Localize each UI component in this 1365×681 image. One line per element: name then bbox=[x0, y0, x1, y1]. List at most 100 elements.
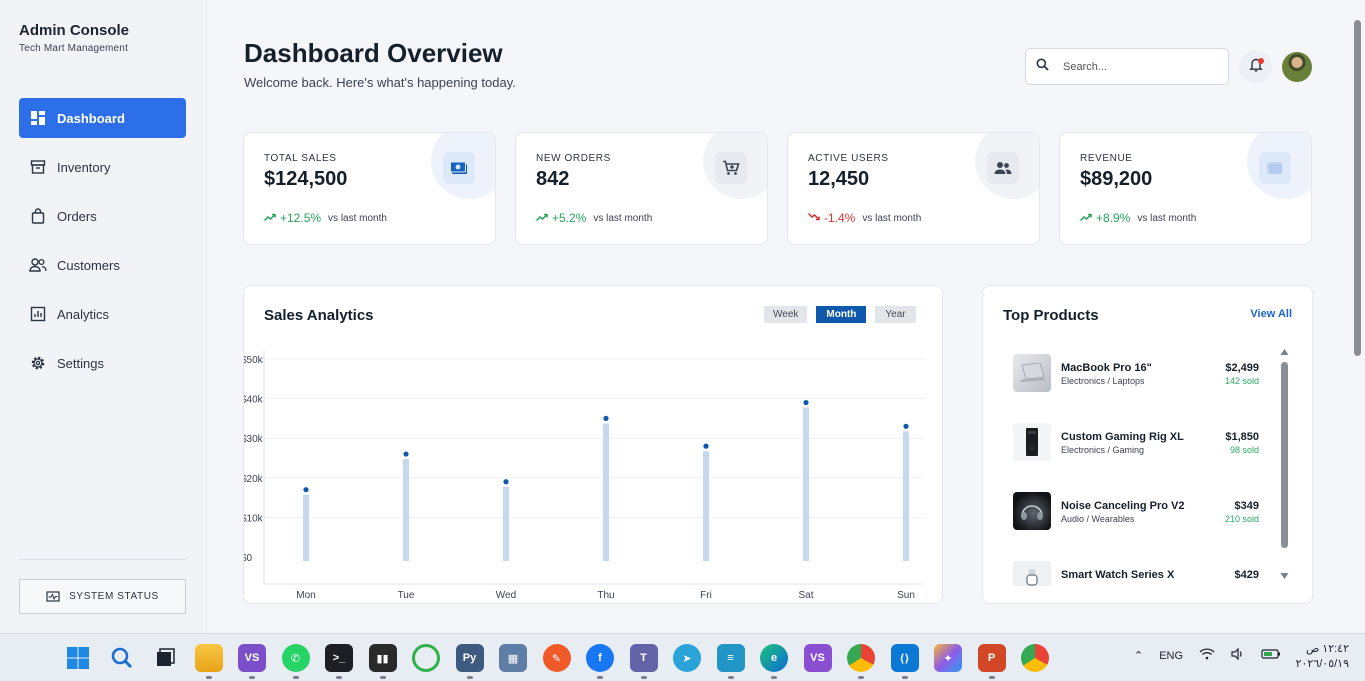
page-scrollbar[interactable] bbox=[1351, 0, 1365, 633]
stat-note: vs last month bbox=[862, 212, 922, 224]
search-icon bbox=[1036, 58, 1049, 76]
sidebar-item-label: Settings bbox=[57, 355, 104, 371]
product-row[interactable]: Noise Canceling Pro V2 Audio / Wearables… bbox=[1003, 492, 1265, 561]
stat-note: vs last month bbox=[593, 212, 653, 224]
stat-trend: +5.2% vs last month bbox=[535, 211, 653, 225]
task-view-icon[interactable] bbox=[151, 644, 179, 672]
telegram-icon[interactable]: ➤ bbox=[673, 644, 701, 672]
y-tick-label: $0 bbox=[244, 553, 253, 564]
product-sold: 210 sold bbox=[1224, 514, 1259, 524]
stat-trend: +8.9% vs last month bbox=[1079, 211, 1197, 225]
user-avatar[interactable] bbox=[1282, 52, 1312, 82]
clock-time: ١٢:٤٢ ص bbox=[1305, 643, 1349, 655]
stat-note: vs last month bbox=[1137, 212, 1197, 224]
chart-point bbox=[403, 451, 409, 457]
stat-change: +12.5% bbox=[280, 211, 322, 225]
x-tick-label: Mon bbox=[296, 590, 315, 601]
chrome-active-icon[interactable] bbox=[1021, 644, 1049, 672]
search-input[interactable] bbox=[1063, 60, 1213, 73]
terminal-icon[interactable]: >_ bbox=[325, 644, 353, 679]
scroll-up-arrow-icon[interactable] bbox=[1280, 348, 1289, 356]
sidebar-item-dashboard[interactable]: Dashboard bbox=[19, 98, 186, 138]
x-tick-label: Wed bbox=[496, 590, 516, 601]
trend-up-icon bbox=[535, 212, 548, 224]
product-category: Audio / Wearables bbox=[1061, 514, 1135, 524]
search-box[interactable] bbox=[1025, 48, 1229, 85]
view-all-link[interactable]: View All bbox=[1250, 308, 1292, 320]
system-status-button[interactable]: SYSTEM STATUS bbox=[19, 579, 186, 614]
sidebar-item-label: Customers bbox=[57, 257, 120, 273]
sidebar-divider bbox=[19, 559, 186, 560]
copilot-icon[interactable]: ✦ bbox=[934, 644, 962, 672]
analytics-icon bbox=[29, 305, 47, 323]
chart-point bbox=[803, 399, 809, 406]
product-sold: 142 sold bbox=[1224, 376, 1259, 386]
stat-card-new-orders: NEW ORDERS 842 +5.2% vs last month bbox=[515, 132, 768, 245]
circle-app-icon[interactable] bbox=[412, 644, 440, 672]
chrome-icon[interactable] bbox=[847, 644, 875, 679]
visual-studio-icon[interactable]: VS bbox=[238, 644, 266, 679]
stat-card-revenue: REVENUE $89,200 +8.9% vs last month bbox=[1059, 132, 1312, 245]
y-tick-label: $30k bbox=[244, 434, 264, 445]
windows-start-icon[interactable] bbox=[64, 644, 92, 672]
calculator-icon[interactable]: ▦ bbox=[499, 644, 527, 672]
chart-point bbox=[503, 479, 509, 485]
database-app-icon[interactable]: ≡ bbox=[716, 644, 745, 679]
scrollbar-thumb[interactable] bbox=[1281, 362, 1288, 548]
x-tick-label: Tue bbox=[398, 590, 415, 601]
top-products-card: Top Products View All MacBook Pro 16" El… bbox=[982, 285, 1313, 604]
sidebar-item-inventory[interactable]: Inventory bbox=[19, 147, 186, 187]
trend-up-icon bbox=[1079, 212, 1092, 224]
scroll-down-arrow-icon[interactable] bbox=[1280, 572, 1289, 580]
facebook-icon[interactable]: f bbox=[586, 644, 614, 679]
users-icon bbox=[987, 152, 1019, 184]
language-indicator[interactable]: ENG bbox=[1159, 650, 1183, 662]
sidebar-item-customers[interactable]: Customers bbox=[19, 245, 186, 285]
product-row[interactable]: Custom Gaming Rig XL Electronics / Gamin… bbox=[1003, 423, 1265, 492]
file-explorer-icon[interactable] bbox=[194, 644, 223, 679]
page-scrollbar-thumb[interactable] bbox=[1354, 20, 1361, 356]
chart-bar bbox=[903, 431, 909, 561]
app-title: Admin Console bbox=[19, 22, 130, 39]
cart-icon bbox=[715, 152, 747, 184]
battery-icon[interactable] bbox=[1261, 648, 1281, 663]
product-row[interactable]: Smart Watch Series X $429 bbox=[1003, 561, 1265, 586]
sales-analytics-card: Sales Analytics Week Month Year $0$10k$2… bbox=[243, 285, 943, 604]
stat-change: -1.4% bbox=[824, 211, 856, 225]
sidebar-item-analytics[interactable]: Analytics bbox=[19, 294, 186, 334]
system-tray: ⌃ ENG bbox=[1134, 647, 1297, 663]
sidebar-item-orders[interactable]: Orders bbox=[19, 196, 186, 236]
x-tick-label: Sun bbox=[897, 590, 915, 601]
notifications-button[interactable] bbox=[1239, 50, 1272, 83]
chevron-up-icon[interactable]: ⌃ bbox=[1134, 649, 1143, 662]
powerpoint-icon[interactable]: P bbox=[977, 644, 1006, 679]
trend-up-icon bbox=[263, 212, 276, 224]
draw-app-icon[interactable]: ✎ bbox=[542, 644, 571, 672]
sidebar-item-label: Dashboard bbox=[57, 110, 125, 126]
taskbar: VS ✆ >_ ▮▮ Py ▦ ✎ f T ➤ ≡ e VS ⟨⟩ ✦ P ⌃ … bbox=[0, 633, 1365, 681]
product-list-scrollbar[interactable] bbox=[1280, 348, 1289, 580]
wifi-icon[interactable] bbox=[1199, 648, 1215, 663]
product-row[interactable]: MacBook Pro 16" Electronics / Laptops $2… bbox=[1003, 354, 1265, 423]
product-list: MacBook Pro 16" Electronics / Laptops $2… bbox=[1003, 354, 1265, 586]
visual-studio-alt-icon[interactable]: VS bbox=[803, 644, 832, 672]
product-sold: 98 sold bbox=[1229, 445, 1259, 455]
vscode-icon[interactable]: ⟨⟩ bbox=[890, 644, 919, 679]
clock[interactable]: ١٢:٤٢ ص ٢٠٢٦/٠٥/١٩ bbox=[1296, 642, 1349, 672]
whatsapp-icon[interactable]: ✆ bbox=[281, 644, 310, 679]
chart-point bbox=[703, 443, 709, 449]
search-icon[interactable] bbox=[108, 644, 136, 672]
chart-bar bbox=[603, 423, 609, 561]
monitor-heartbeat-icon bbox=[46, 590, 60, 603]
product-name: Noise Canceling Pro V2 bbox=[1061, 500, 1185, 512]
teams-icon[interactable]: T bbox=[629, 644, 658, 679]
clock-date: ٢٠٢٦/٠٥/١٩ bbox=[1295, 658, 1349, 670]
product-name: Smart Watch Series X bbox=[1061, 569, 1175, 581]
product-price: $349 bbox=[1234, 500, 1259, 512]
python-ide-icon[interactable]: Py bbox=[455, 644, 484, 679]
sidebar-item-settings[interactable]: Settings bbox=[19, 343, 186, 383]
sidebar-nav: Dashboard Inventory Orders Customers Ana… bbox=[19, 98, 186, 392]
edge-icon[interactable]: e bbox=[760, 644, 788, 679]
volume-icon[interactable] bbox=[1231, 647, 1245, 663]
piano-app-icon[interactable]: ▮▮ bbox=[368, 644, 397, 679]
